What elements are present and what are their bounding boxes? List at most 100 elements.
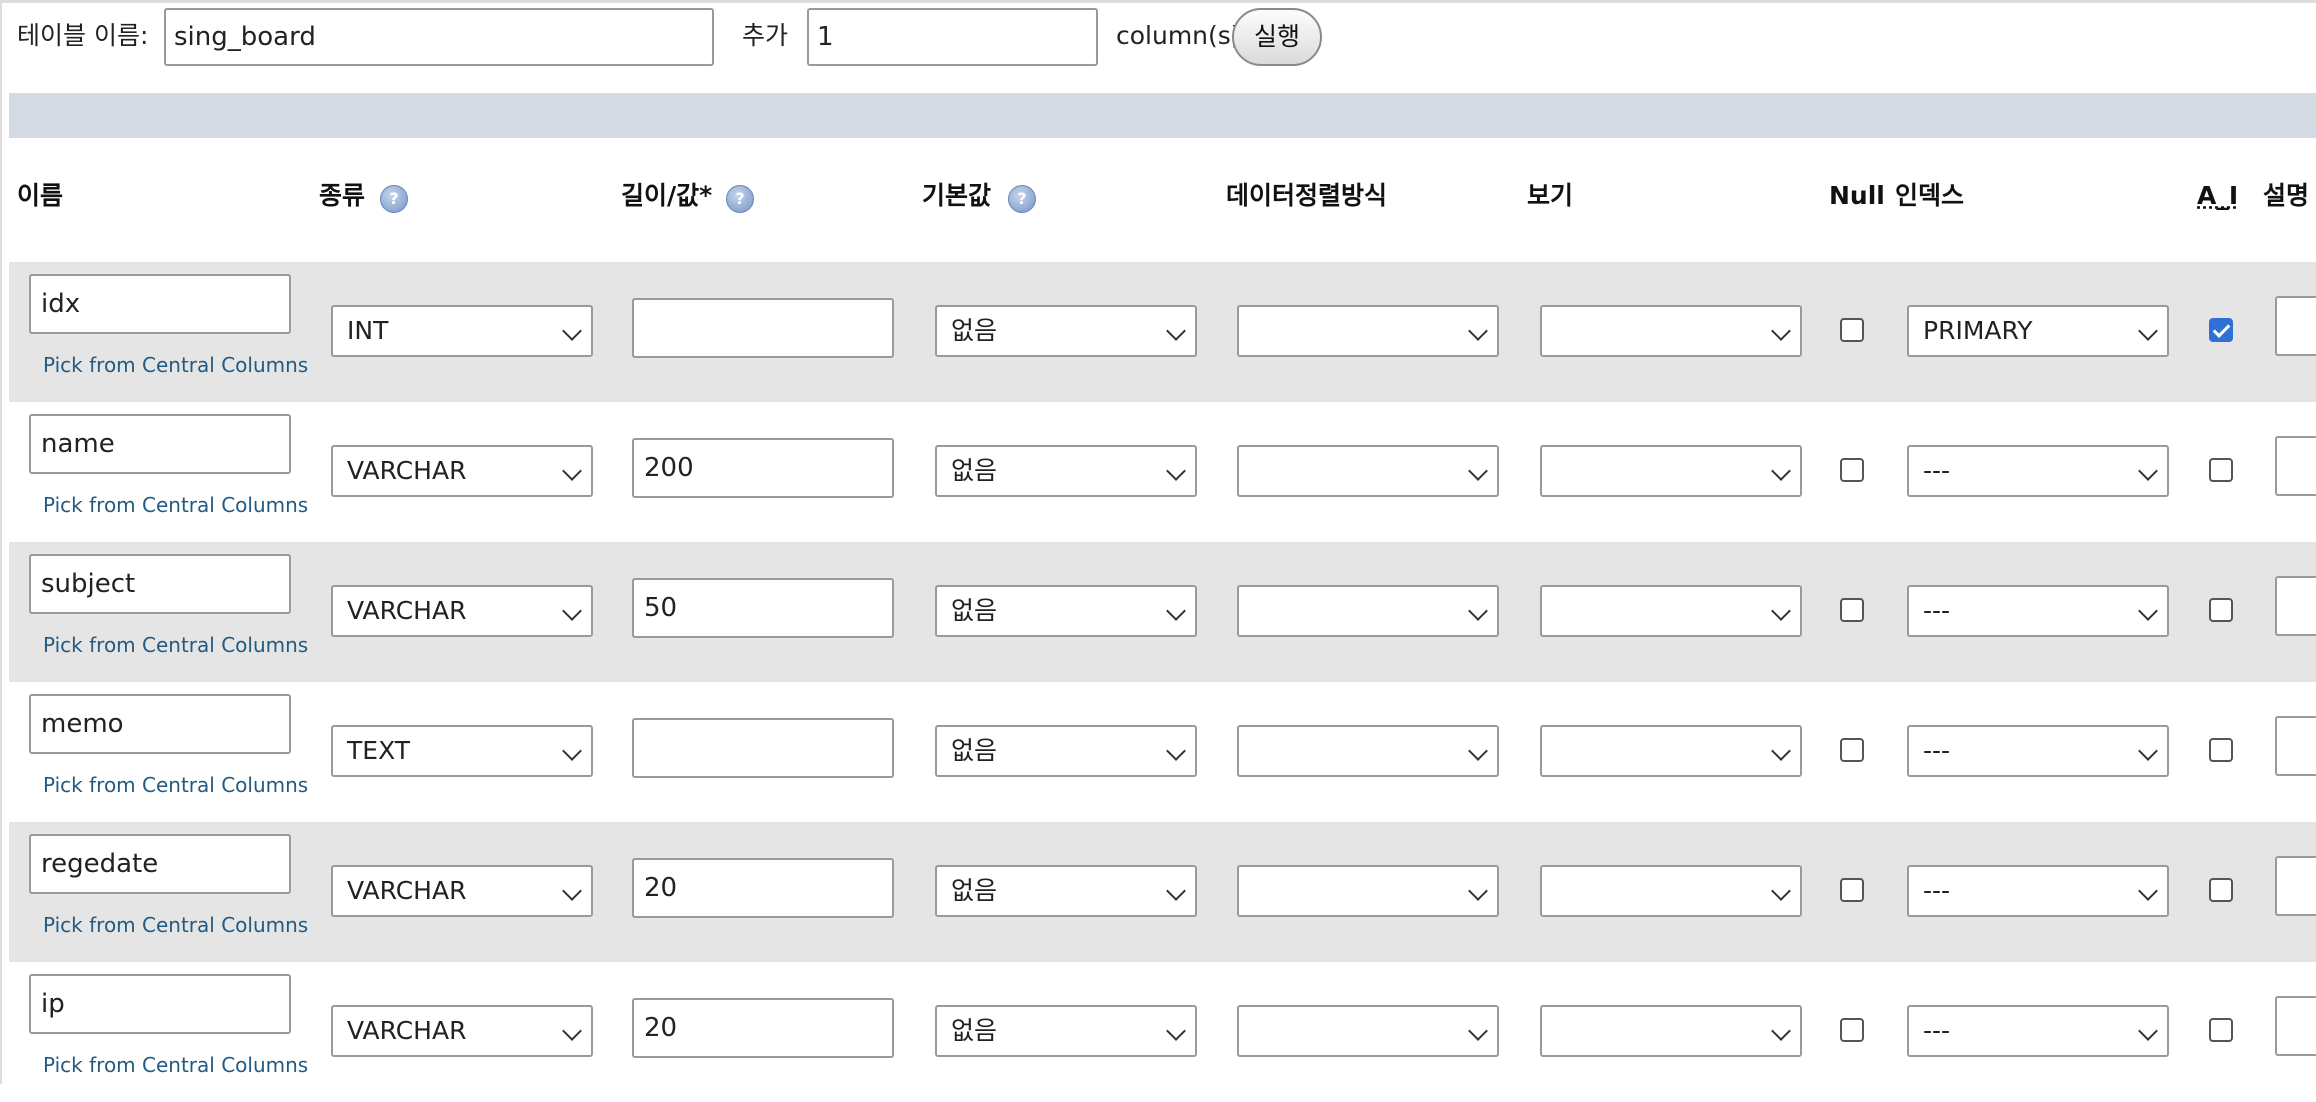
index-select[interactable]: --- <box>1907 585 2169 637</box>
length-input[interactable] <box>632 578 894 638</box>
attributes-select[interactable] <box>1540 725 1802 777</box>
index-select[interactable]: --- <box>1907 865 2169 917</box>
chevron-down-icon <box>2138 461 2158 481</box>
comment-input[interactable] <box>2275 296 2316 356</box>
pick-central-columns-link[interactable]: Pick from Central Columns <box>43 772 308 798</box>
chevron-down-icon <box>1771 1021 1791 1041</box>
column-name-input[interactable] <box>29 274 291 334</box>
column-name-input[interactable] <box>29 974 291 1034</box>
length-input[interactable] <box>632 718 894 778</box>
chevron-down-icon <box>1468 321 1488 341</box>
column-name-input[interactable] <box>29 554 291 614</box>
length-input[interactable] <box>632 858 894 918</box>
default-select[interactable]: 없음 <box>935 865 1197 917</box>
column-name-input[interactable] <box>29 834 291 894</box>
index-select[interactable]: --- <box>1907 725 2169 777</box>
collation-select[interactable] <box>1237 865 1499 917</box>
column-type-select[interactable]: VARCHAR <box>331 1005 593 1057</box>
auto-increment-checkbox[interactable] <box>2209 318 2233 342</box>
null-checkbox[interactable] <box>1840 878 1864 902</box>
chevron-down-icon <box>2138 321 2158 341</box>
collation-select[interactable] <box>1237 305 1499 357</box>
header-collation: 데이터정렬방식 <box>1226 181 1388 210</box>
comment-input[interactable] <box>2275 716 2316 776</box>
attributes-select[interactable] <box>1540 445 1802 497</box>
chevron-down-icon <box>562 321 582 341</box>
column-row: Pick from Central Columns VARCHAR 없음 --- <box>9 542 2316 682</box>
collation-select[interactable] <box>1237 725 1499 777</box>
comment-input[interactable] <box>2275 856 2316 916</box>
null-checkbox[interactable] <box>1840 1018 1864 1042</box>
chevron-down-icon <box>1771 881 1791 901</box>
chevron-down-icon <box>1771 741 1791 761</box>
null-checkbox[interactable] <box>1840 458 1864 482</box>
comment-input[interactable] <box>2275 996 2316 1056</box>
attributes-select[interactable] <box>1540 585 1802 637</box>
index-select[interactable]: --- <box>1907 1005 2169 1057</box>
section-band <box>9 93 2316 138</box>
column-type-select[interactable]: VARCHAR <box>331 585 593 637</box>
header-length: 길이/값* <box>621 181 713 210</box>
auto-increment-checkbox[interactable] <box>2209 738 2233 762</box>
auto-increment-checkbox[interactable] <box>2209 458 2233 482</box>
add-label: 추가 <box>742 21 789 50</box>
add-columns-count-input[interactable] <box>807 8 1098 66</box>
default-select[interactable]: 없음 <box>935 1005 1197 1057</box>
pick-central-columns-link[interactable]: Pick from Central Columns <box>43 492 308 518</box>
chevron-down-icon <box>1468 601 1488 621</box>
auto-increment-checkbox[interactable] <box>2209 598 2233 622</box>
length-input[interactable] <box>632 998 894 1058</box>
length-input[interactable] <box>632 298 894 358</box>
chevron-down-icon <box>562 461 582 481</box>
top-border <box>0 0 2316 3</box>
auto-increment-checkbox[interactable] <box>2209 878 2233 902</box>
default-select[interactable]: 없음 <box>935 725 1197 777</box>
pick-central-columns-link[interactable]: Pick from Central Columns <box>43 1052 308 1078</box>
index-select[interactable]: --- <box>1907 445 2169 497</box>
column-type-select[interactable]: VARCHAR <box>331 445 593 497</box>
chevron-down-icon <box>1166 881 1186 901</box>
help-icon[interactable]: ? <box>380 185 408 213</box>
chevron-down-icon <box>2138 881 2158 901</box>
chevron-down-icon <box>1771 461 1791 481</box>
default-select[interactable]: 없음 <box>935 305 1197 357</box>
default-select[interactable]: 없음 <box>935 585 1197 637</box>
column-type-select[interactable]: INT <box>331 305 593 357</box>
column-type-select[interactable]: TEXT <box>331 725 593 777</box>
chevron-down-icon <box>2138 601 2158 621</box>
chevron-down-icon <box>1166 741 1186 761</box>
pick-central-columns-link[interactable]: Pick from Central Columns <box>43 352 308 378</box>
go-button[interactable]: 실행 <box>1232 8 1323 66</box>
comment-input[interactable] <box>2275 436 2316 496</box>
help-icon[interactable]: ? <box>1008 185 1036 213</box>
null-checkbox[interactable] <box>1840 318 1864 342</box>
chevron-down-icon <box>1166 1021 1186 1041</box>
collation-select[interactable] <box>1237 585 1499 637</box>
column-name-input[interactable] <box>29 694 291 754</box>
chevron-down-icon <box>1166 321 1186 341</box>
column-name-input[interactable] <box>29 414 291 474</box>
default-select[interactable]: 없음 <box>935 445 1197 497</box>
chevron-down-icon <box>1468 741 1488 761</box>
null-checkbox[interactable] <box>1840 598 1864 622</box>
columns-label: column(s) <box>1116 21 1241 50</box>
length-input[interactable] <box>632 438 894 498</box>
index-select[interactable]: PRIMARY <box>1907 305 2169 357</box>
collation-select[interactable] <box>1237 1005 1499 1057</box>
pick-central-columns-link[interactable]: Pick from Central Columns <box>43 912 308 938</box>
header-auto-increment: A_I <box>2197 181 2239 210</box>
table-name-input[interactable] <box>164 8 714 66</box>
attributes-select[interactable] <box>1540 865 1802 917</box>
collation-select[interactable] <box>1237 445 1499 497</box>
header-attributes: 보기 <box>1527 181 1574 210</box>
auto-increment-checkbox[interactable] <box>2209 1018 2233 1042</box>
pick-central-columns-link[interactable]: Pick from Central Columns <box>43 632 308 658</box>
null-checkbox[interactable] <box>1840 738 1864 762</box>
attributes-select[interactable] <box>1540 1005 1802 1057</box>
table-name-label: 테이블 이름: <box>17 21 149 50</box>
left-border <box>0 0 2 1084</box>
comment-input[interactable] <box>2275 576 2316 636</box>
attributes-select[interactable] <box>1540 305 1802 357</box>
column-type-select[interactable]: VARCHAR <box>331 865 593 917</box>
help-icon[interactable]: ? <box>726 185 754 213</box>
